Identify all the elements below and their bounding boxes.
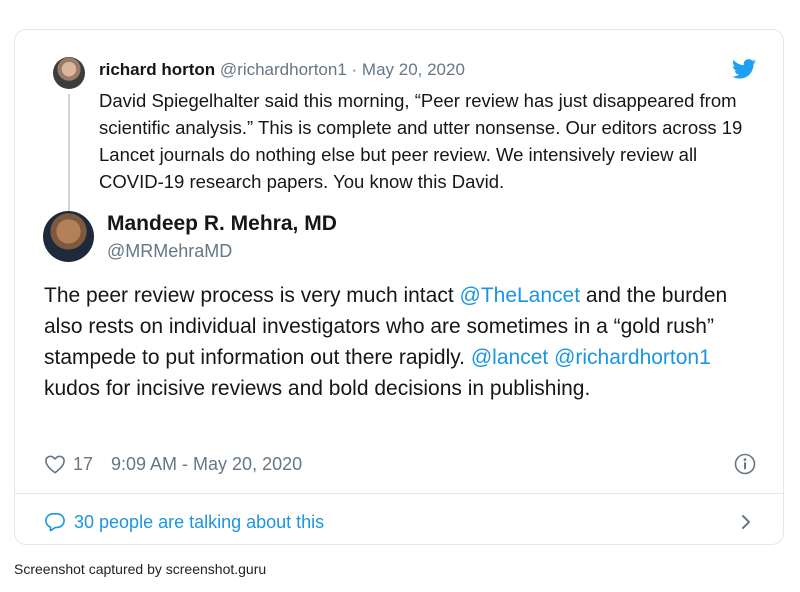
screenshot-caption: Screenshot captured by screenshot.guru: [14, 561, 267, 577]
tweet-text-segment: kudos for incisive reviews and bold deci…: [44, 377, 591, 400]
mention-link-thelancet[interactable]: @TheLancet: [460, 284, 581, 307]
info-icon[interactable]: [734, 453, 756, 475]
main-tweet-text: The peer review process is very much int…: [44, 280, 756, 404]
conversation-link-row[interactable]: 30 people are talking about this: [44, 510, 758, 534]
quoted-author-avatar[interactable]: [53, 57, 85, 89]
like-count[interactable]: 17: [73, 454, 93, 474]
main-author-name[interactable]: Mandeep R. Mehra, MD: [107, 212, 337, 236]
tweet-footer: 17 9:09 AM - May 20, 2020: [44, 452, 758, 476]
tweet-embed-card: richard horton @richardhorton1 · May 20,…: [14, 29, 784, 545]
quoted-author-name[interactable]: richard horton: [99, 60, 215, 79]
quoted-tweet-header: richard horton @richardhorton1 · May 20,…: [99, 60, 465, 80]
tweet-timestamp[interactable]: 9:09 AM - May 20, 2020: [111, 454, 302, 474]
mention-link-richardhorton1[interactable]: @richardhorton1: [554, 346, 711, 369]
main-author-avatar[interactable]: [43, 211, 94, 262]
twitter-bird-icon[interactable]: [732, 59, 756, 79]
speech-bubble-icon: [45, 513, 65, 532]
talking-about-this-link[interactable]: 30 people are talking about this: [74, 512, 324, 532]
divider: [15, 493, 783, 494]
quoted-tweet-text: David Spiegelhalter said this morning, “…: [99, 90, 743, 192]
main-author-handle[interactable]: @MRMehraMD: [107, 240, 232, 262]
tweet-text-segment: The peer review process is very much int…: [44, 284, 460, 307]
heart-icon[interactable]: [44, 454, 66, 474]
chevron-right-icon[interactable]: [738, 512, 754, 532]
mention-link-lancet[interactable]: @lancet: [471, 346, 548, 369]
quoted-author-handle[interactable]: @richardhorton1: [220, 60, 347, 79]
quoted-tweet-date[interactable]: May 20, 2020: [362, 60, 465, 79]
meta-separator: ·: [346, 60, 362, 79]
